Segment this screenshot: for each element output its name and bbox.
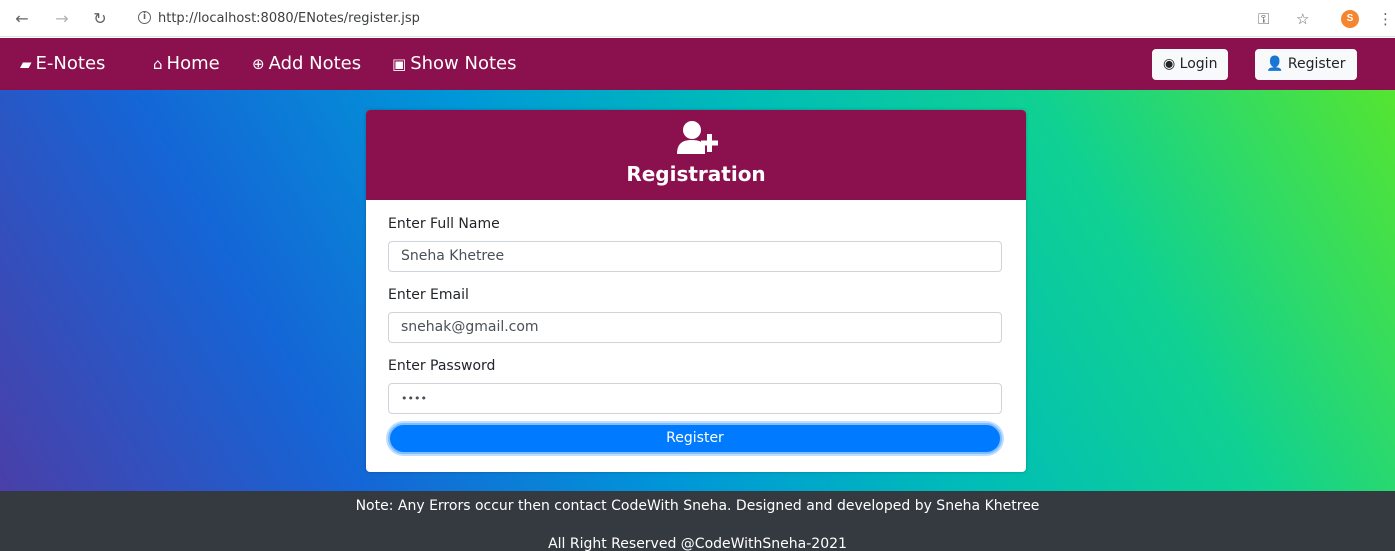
user-plus-icon — [677, 121, 718, 154]
reload-icon[interactable]: ↻ — [90, 9, 110, 29]
full-name-label: Enter Full Name — [388, 216, 500, 232]
plus-circle-icon: ⊕ — [252, 55, 265, 73]
nav-show-notes-label: Show Notes — [410, 53, 517, 74]
menu-kebab-icon[interactable]: ⋮ — [1378, 9, 1393, 29]
back-arrow-icon[interactable]: ← — [12, 9, 32, 29]
register-nav-label: Register — [1287, 56, 1346, 72]
nav-show-notes-link[interactable]: ▣ Show Notes — [392, 53, 516, 74]
login-button[interactable]: ◉ Login — [1152, 49, 1229, 80]
nav-home-label: Home — [166, 53, 220, 74]
address-book-icon: ▣ — [392, 55, 407, 73]
register-submit-button[interactable]: Register — [388, 423, 1002, 454]
brand-link[interactable]: ▰ E-Notes — [20, 53, 105, 74]
forward-arrow-icon[interactable]: → — [52, 9, 72, 29]
nav-home-link[interactable]: ⌂ Home — [153, 53, 220, 74]
email-label: Enter Email — [388, 287, 469, 303]
password-input[interactable]: •••• — [388, 383, 1002, 414]
address-bar[interactable]: http://localhost:8080/ENotes/register.js… — [158, 11, 420, 26]
email-input[interactable]: snehak@gmail.com — [388, 312, 1002, 343]
footer: Note: Any Errors occur then contact Code… — [0, 491, 1395, 551]
user-plus-icon: 👤 — [1266, 56, 1284, 72]
book-icon: ▰ — [20, 55, 32, 73]
card-header: Registration — [366, 110, 1026, 200]
app-navbar: ▰ E-Notes ⌂ Home ⊕ Add Notes ▣ Show Notes ◉ … — [0, 38, 1395, 90]
footer-copyright: All Right Reserved @CodeWithSneha-2021 — [548, 536, 847, 551]
profile-avatar[interactable]: S — [1341, 10, 1359, 28]
key-icon[interactable]: ⚿ — [1258, 9, 1269, 29]
registration-card: Registration Enter Full Name Sneha Khetr… — [366, 110, 1026, 472]
info-icon[interactable]: i — [138, 11, 151, 24]
nav-add-notes-label: Add Notes — [268, 53, 362, 74]
user-circle-icon: ◉ — [1163, 56, 1176, 72]
register-nav-button[interactable]: 👤 Register — [1255, 49, 1357, 80]
nav-add-notes-link[interactable]: ⊕ Add Notes — [252, 53, 361, 74]
browser-toolbar: ← → ↻ i http://localhost:8080/ENotes/reg… — [0, 0, 1395, 37]
card-title: Registration — [626, 162, 766, 186]
registration-form: Enter Full Name Sneha Khetree Enter Emai… — [388, 216, 1002, 429]
password-label: Enter Password — [388, 358, 496, 374]
home-icon: ⌂ — [153, 55, 163, 73]
footer-note: Note: Any Errors occur then contact Code… — [355, 498, 1040, 514]
login-label: Login — [1179, 56, 1218, 72]
star-icon[interactable]: ☆ — [1296, 9, 1309, 29]
full-name-input[interactable]: Sneha Khetree — [388, 241, 1002, 272]
brand-label: E-Notes — [35, 53, 106, 74]
